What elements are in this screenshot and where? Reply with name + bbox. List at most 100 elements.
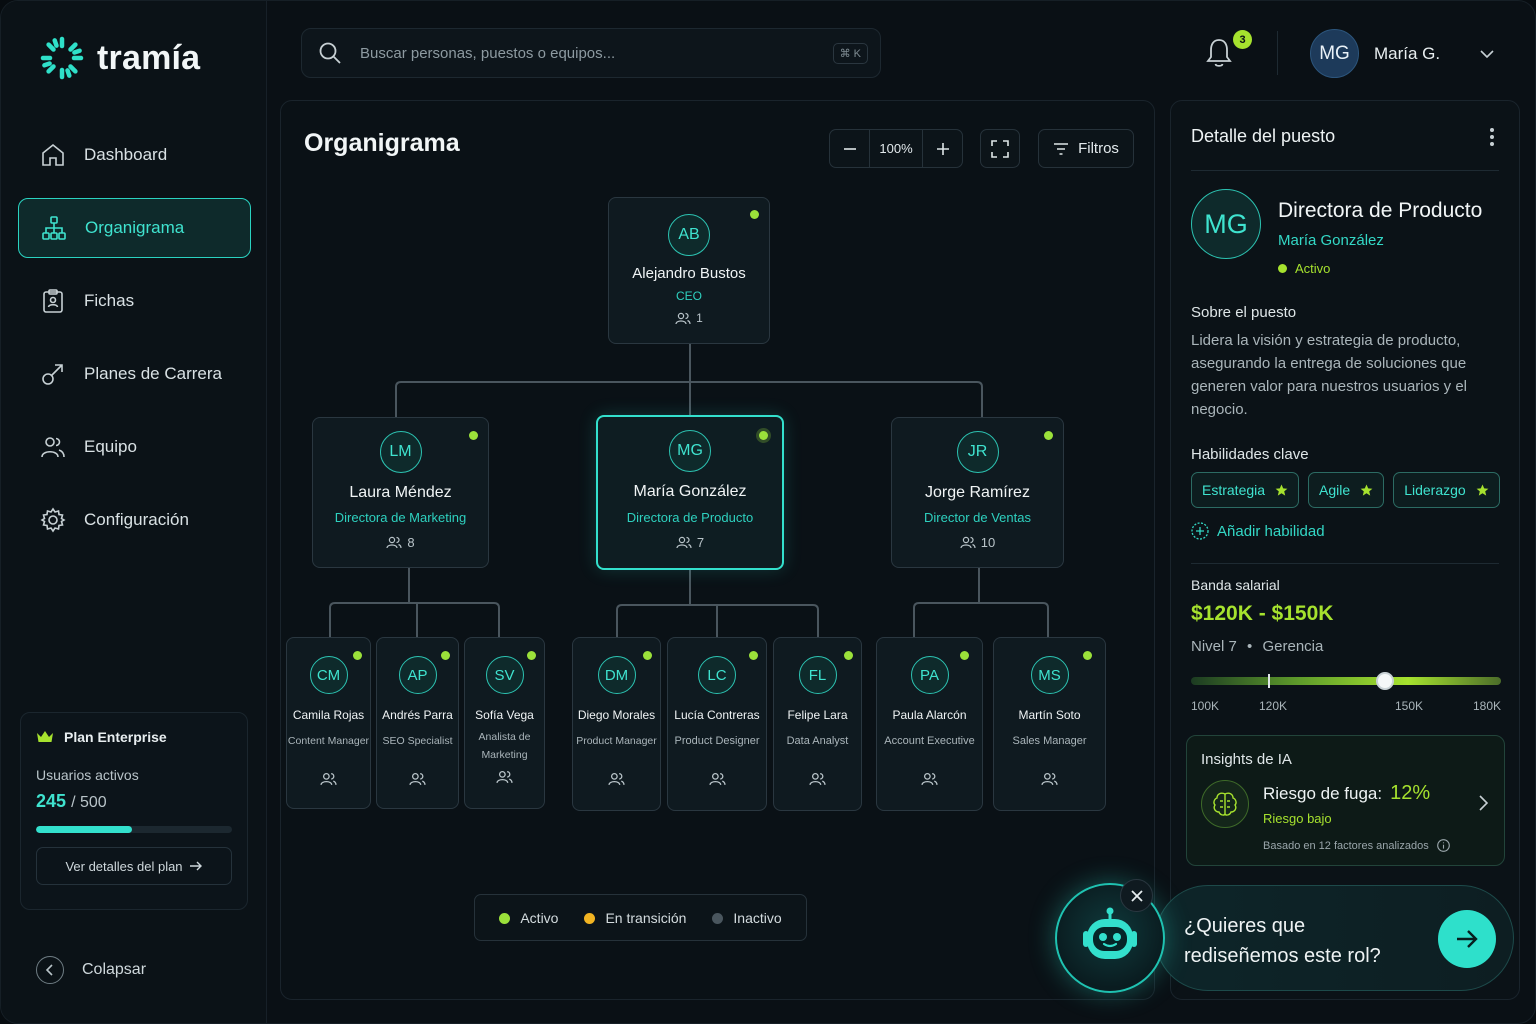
node-name: Laura Méndez (349, 484, 452, 501)
search-icon (319, 42, 341, 64)
collapse-label: Colapsar (82, 961, 147, 978)
brain-icon (1201, 780, 1249, 828)
status-dot (643, 651, 652, 660)
org-node-diego-morales[interactable]: DM Diego Morales Product Manager (572, 637, 661, 811)
topbar-divider (1277, 31, 1278, 75)
chevron-left-icon (36, 956, 64, 984)
nav-item-planes-de-carrera[interactable]: Planes de Carrera (18, 344, 251, 404)
robot-icon (1083, 907, 1137, 959)
node-count: 8 (386, 535, 415, 550)
node-count: 10 (960, 535, 995, 550)
nav-item-organigrama[interactable]: Organigrama (18, 198, 251, 258)
node-avatar: AP (398, 656, 437, 694)
add-skill-label: Añadir habilidad (1217, 522, 1325, 540)
chevron-down-icon (1480, 49, 1494, 58)
insights-title: Insights de IA (1201, 751, 1292, 768)
user-menu[interactable]: MG María G. (1310, 29, 1495, 78)
about-heading: Sobre el puesto (1191, 304, 1297, 321)
status-dot (1044, 431, 1053, 440)
org-node-maria-gonzalez[interactable]: MG María González Directora de Producto … (596, 415, 784, 570)
node-avatar: CM (309, 656, 348, 694)
app-window: tramía Dashboard Organigrama Fichas Plan… (0, 0, 1536, 1024)
nav-item-configuracion[interactable]: Configuración (18, 490, 251, 550)
sidebar: tramía Dashboard Organigrama Fichas Plan… (1, 1, 267, 1023)
users-count: 245 / 500 (36, 791, 232, 812)
node-role: Analista de Marketing (478, 731, 531, 761)
salary-range: $120K - $150K (1191, 602, 1334, 625)
plan-details-button[interactable]: Ver detalles del plan (36, 847, 232, 885)
slider-label: 180K (1473, 699, 1502, 713)
assistant-close-button[interactable] (1120, 879, 1153, 912)
status-label: Activo (1295, 261, 1331, 276)
bell-icon (1206, 39, 1232, 67)
nav-item-fichas[interactable]: Fichas (18, 271, 251, 331)
app-name: tramía (97, 38, 201, 77)
users-icon (608, 772, 625, 786)
avatar: MG (1191, 189, 1261, 259)
skill-chip[interactable]: Estrategia (1191, 472, 1300, 508)
position-title: Directora de Producto (1278, 199, 1483, 222)
node-avatar: FL (798, 656, 837, 694)
status-dot (759, 431, 768, 440)
node-name: Alejandro Bustos (632, 265, 746, 282)
org-node-sofia-vega[interactable]: SV Sofía Vega Analista de Marketing (464, 637, 545, 809)
chevron-right-icon[interactable] (1479, 795, 1488, 811)
org-node-lucia-contreras[interactable]: LC Lucía Contreras Product Designer (667, 637, 767, 811)
org-node-paula-alarcon[interactable]: PA Paula Alarcón Account Executive (876, 637, 983, 811)
slider-label: 150K (1395, 699, 1424, 713)
info-icon[interactable] (1436, 839, 1450, 852)
add-skill-button[interactable]: Añadir habilidad (1191, 522, 1325, 540)
node-role: SEO Specialist (382, 735, 453, 747)
node-avatar: DM (597, 656, 636, 694)
legend-item-active: Activo (499, 910, 558, 926)
users-icon (921, 772, 938, 786)
node-count-value: 1 (696, 311, 703, 325)
nav-label: Planes de Carrera (84, 364, 222, 383)
nav-label: Equipo (84, 437, 137, 456)
users-icon (708, 772, 726, 786)
more-options-button[interactable] (1489, 127, 1495, 152)
node-count: 1 (675, 311, 703, 325)
skill-chip[interactable]: Liderazgo (1393, 472, 1500, 508)
home-icon (42, 143, 64, 166)
org-chart-canvas[interactable]: Organigrama 100% Filtros AB Alejandro Bu… (280, 100, 1155, 1000)
nav-item-dashboard[interactable]: Dashboard (18, 125, 251, 185)
collapse-button[interactable]: Colapsar (36, 956, 146, 984)
node-name: Martín Soto (1018, 708, 1081, 722)
node-name: Diego Morales (577, 708, 656, 722)
user-name: María G. (1374, 43, 1441, 63)
nav-item-equipo[interactable]: Equipo (18, 417, 251, 477)
org-node-martin-soto[interactable]: MS Martín Soto Sales Manager (993, 637, 1106, 811)
org-node-jorge-ramirez[interactable]: JR Jorge Ramírez Director de Ventas 10 (891, 417, 1064, 568)
node-avatar: JR (956, 431, 999, 473)
skill-chip[interactable]: Agile (1308, 472, 1385, 508)
legend-label: En transición (605, 909, 687, 926)
org-node-andres-parra[interactable]: AP Andrés Parra SEO Specialist (376, 637, 459, 809)
org-node-camila-rojas[interactable]: CM Camila Rojas Content Manager (286, 637, 371, 809)
status-dot (750, 210, 759, 219)
users-active-label: Usuarios activos (36, 767, 139, 783)
node-role: Product Designer (674, 735, 760, 747)
plan-header: Plan Enterprise (36, 729, 232, 745)
assistant-send-button[interactable] (1438, 910, 1496, 968)
logo[interactable]: tramía (39, 35, 200, 81)
users-icon (675, 312, 691, 324)
org-node-ceo[interactable]: AB Alejandro Bustos CEO 1 (608, 197, 770, 344)
legend-dot (584, 912, 596, 924)
notifications-button[interactable] (1204, 37, 1234, 74)
status-dot (527, 651, 536, 660)
legend-label: Activo (520, 909, 559, 926)
ai-insights-card[interactable]: Insights de IA Riesgo de fuga: 12% Riesg… (1186, 735, 1505, 866)
skill-label: Liderazgo (1404, 482, 1466, 498)
avatar: MG (1310, 29, 1359, 78)
risk-label: Riesgo de fuga: (1263, 784, 1383, 803)
salary-slider-low-marker[interactable] (1267, 674, 1270, 688)
star-icon (1476, 484, 1489, 496)
assistant-prompt[interactable]: ¿Quieres que rediseñemos este rol? (1155, 885, 1514, 991)
search-input[interactable]: Buscar personas, puestos o equipos... ⌘ … (301, 28, 881, 78)
users-icon (676, 536, 692, 549)
org-node-laura-mendez[interactable]: LM Laura Méndez Directora de Marketing 8 (312, 417, 489, 568)
salary-slider-handle[interactable] (1375, 672, 1394, 690)
position-holder[interactable]: María González (1278, 232, 1384, 249)
org-node-felipe-lara[interactable]: FL Felipe Lara Data Analyst (773, 637, 862, 811)
